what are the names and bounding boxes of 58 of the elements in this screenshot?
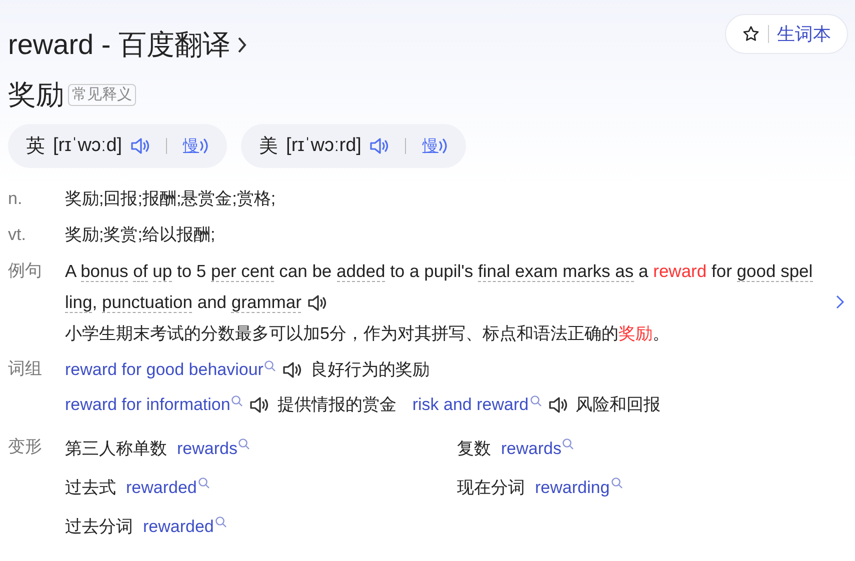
page-title[interactable]: reward - 百度翻译	[8, 14, 248, 64]
slow-play-button[interactable]: 慢	[183, 136, 210, 156]
form-name: 现在分词	[457, 477, 525, 499]
form-name: 过去分词	[65, 516, 133, 538]
headword: 奖励	[8, 78, 64, 112]
speaker-icon	[130, 136, 150, 156]
search-icon	[198, 477, 210, 489]
region-label: 美	[259, 134, 278, 159]
section-label: 例句	[8, 260, 43, 282]
phrase-link[interactable]: reward for information	[65, 389, 230, 420]
section-label: 变形	[8, 436, 43, 458]
speaker-icon	[548, 394, 568, 414]
phrase-meaning: 良好行为的奖励	[310, 359, 430, 381]
speaker-icon	[249, 394, 270, 414]
form-link[interactable]: rewarding	[535, 471, 610, 504]
phrase-link[interactable]: risk and reward	[412, 389, 529, 420]
form-link[interactable]: rewards	[501, 432, 562, 465]
speaker-icon	[369, 136, 390, 156]
chevron-right-icon	[835, 294, 845, 310]
search-icon	[238, 438, 250, 450]
phrase-meaning: 风险和回报	[576, 394, 661, 416]
phrase-meaning: 提供情报的赏金	[277, 394, 396, 416]
example-sentence: A bonus of up to 5 per cent can be added to a pupil's final exam marks as a reward for good spelling, punctuation and grammar	[65, 260, 813, 316]
definition: 奖励;回报;报酬;悬赏金;赏格;	[65, 188, 276, 210]
part-of-speech: n.	[8, 188, 24, 210]
region-label: 英	[26, 135, 45, 159]
search-icon	[264, 360, 276, 372]
form-name: 第三人称单数	[65, 438, 167, 460]
form-name: 过去式	[65, 477, 116, 499]
sound-waves-icon	[199, 138, 210, 154]
phrase-link[interactable]: reward for good behaviour	[65, 354, 264, 385]
search-icon	[530, 395, 542, 407]
search-icon	[231, 395, 244, 407]
play-button[interactable]	[548, 394, 568, 414]
form-name: 复数	[457, 438, 491, 460]
form-link[interactable]: rewards	[177, 432, 238, 465]
play-button[interactable]	[282, 360, 302, 380]
wordbook-button[interactable]: 生词本	[725, 14, 848, 54]
slow-play-button[interactable]: 慢	[422, 136, 448, 156]
form-link[interactable]: rewarded	[143, 510, 214, 543]
chevron-right-icon	[236, 35, 248, 55]
speaker-icon	[282, 360, 302, 380]
search-icon	[562, 438, 574, 450]
sound-waves-icon	[438, 138, 448, 154]
meaning-tag: 常见释义	[68, 84, 136, 106]
search-icon	[610, 477, 623, 489]
star-icon	[742, 25, 760, 43]
example-translation: 小学生期末考试的分数最多可以加5分，作为对其拼写、标点和语法正确的奖励。	[65, 323, 670, 345]
play-button[interactable]	[307, 293, 328, 314]
search-icon	[214, 516, 227, 528]
part-of-speech: vt.	[8, 224, 27, 246]
speaker-icon	[307, 293, 328, 314]
phonetic: [rɪˈwɔːrd]	[286, 135, 362, 157]
form-link[interactable]: rewarded	[126, 471, 197, 504]
phonetic: [rɪˈwɔːd]	[53, 135, 122, 157]
definition: 奖励;奖赏;给以报酬;	[65, 224, 216, 246]
play-button[interactable]	[249, 394, 270, 414]
section-label: 词组	[8, 358, 43, 380]
